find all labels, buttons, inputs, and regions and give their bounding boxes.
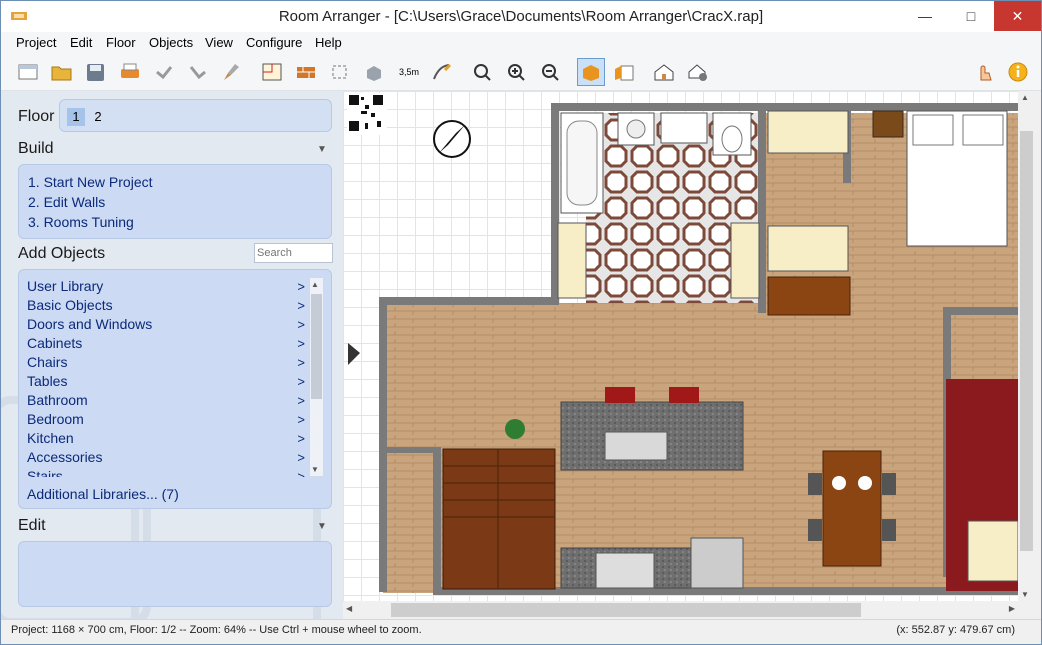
undo-icon[interactable] — [151, 59, 177, 85]
chevron-right-icon[interactable]: > — [297, 374, 305, 389]
library-item[interactable]: Cabinets — [27, 335, 82, 351]
chevron-right-icon[interactable]: > — [297, 279, 305, 294]
floor-plan-icon[interactable] — [259, 59, 285, 85]
scroll-left-icon[interactable]: ◀ — [346, 604, 352, 613]
chevron-right-icon[interactable]: > — [297, 298, 305, 313]
status-coordinates: (x: 552.87 y: 479.67 cm) — [896, 624, 1015, 636]
print-icon[interactable] — [117, 59, 143, 85]
list-view-icon[interactable] — [611, 59, 637, 85]
edit-box — [18, 541, 332, 607]
menu-bar: Project Edit Floor Objects View Configur… — [1, 32, 1041, 54]
qr-code — [347, 93, 387, 135]
title-bar: Room Arranger - [C:\Users\Grace\Document… — [1, 1, 1041, 32]
edit-section-title: Edit — [18, 517, 46, 534]
chevron-right-icon[interactable]: > — [297, 450, 305, 465]
select-corners-icon[interactable] — [327, 59, 353, 85]
3d-house-icon[interactable] — [651, 59, 677, 85]
zoom-fit-icon[interactable] — [469, 59, 495, 85]
vertical-scrollbar[interactable]: ▲ ▼ — [1018, 91, 1035, 601]
menu-edit[interactable]: Edit — [70, 35, 92, 50]
measure-label: 3,5m — [398, 67, 419, 77]
close-button[interactable]: ✕ — [994, 1, 1041, 31]
chevron-right-icon[interactable]: > — [297, 412, 305, 427]
hand-icon[interactable] — [971, 59, 997, 85]
status-project-info: Project: 1168 × 700 cm, Floor: 1/2 -- Zo… — [11, 624, 422, 636]
menu-configure[interactable]: Configure — [246, 35, 302, 50]
chevron-right-icon[interactable]: > — [297, 355, 305, 370]
library-item[interactable]: Doors and Windows — [27, 316, 152, 332]
expand-panel-arrow[interactable] — [348, 343, 360, 365]
library-item[interactable]: Bedroom — [27, 411, 84, 427]
draw-line-icon[interactable] — [429, 59, 455, 85]
library-item[interactable]: Kitchen — [27, 430, 74, 446]
scroll-right-icon[interactable]: ▶ — [1009, 604, 1015, 613]
rug-and-sofa — [946, 379, 1018, 591]
box-view-icon[interactable] — [577, 58, 605, 86]
menu-project[interactable]: Project — [16, 35, 56, 50]
menu-objects[interactable]: Objects — [149, 35, 193, 50]
library-item[interactable]: User Library — [27, 278, 103, 294]
vertical-scroll-thumb[interactable] — [1020, 131, 1033, 551]
library-list: User Library > Basic Objects > Doors and Win… — [1, 91, 343, 477]
horizontal-scrollbar[interactable]: ◀ ▶ — [343, 601, 1018, 619]
window-title: Room Arranger - [C:\Users\Grace\Document… — [278, 8, 764, 25]
zoom-out-icon[interactable] — [537, 59, 563, 85]
clean-brush-icon[interactable] — [219, 59, 245, 85]
chevron-right-icon[interactable]: > — [297, 469, 305, 477]
floor-plan-drawing — [347, 93, 1018, 595]
maximize-button[interactable]: □ — [948, 1, 994, 31]
save-icon[interactable] — [83, 59, 109, 85]
chevron-right-icon[interactable]: > — [297, 317, 305, 332]
edit-collapse-icon[interactable]: ▼ — [317, 521, 327, 532]
new-project-icon[interactable] — [15, 59, 41, 85]
status-bar: Project: 1168 × 700 cm, Floor: 1/2 -- Zo… — [1, 619, 1041, 644]
app-window: Room Arranger - [C:\Users\Grace\Document… — [0, 0, 1042, 645]
measure-icon[interactable]: 3,5m — [395, 59, 423, 85]
library-item[interactable]: Basic Objects — [27, 297, 113, 313]
redo-icon[interactable] — [185, 59, 211, 85]
library-item[interactable]: Bathroom — [27, 392, 88, 408]
library-item[interactable]: Chairs — [27, 354, 67, 370]
compass-icon — [433, 120, 471, 158]
minimize-button[interactable]: — — [902, 1, 948, 31]
menu-help[interactable]: Help — [315, 35, 342, 50]
left-panel: Floor 1 2 Build ▼ 1. Start New Project 2… — [1, 91, 343, 619]
chevron-right-icon[interactable]: > — [297, 431, 305, 446]
menu-view[interactable]: View — [205, 35, 233, 50]
render-settings-icon[interactable] — [685, 59, 711, 85]
scroll-up-icon[interactable]: ▲ — [1021, 93, 1029, 102]
scroll-down-icon[interactable]: ▼ — [1021, 590, 1029, 599]
menu-floor[interactable]: Floor — [106, 35, 136, 50]
library-item[interactable]: Tables — [27, 373, 67, 389]
toolbar: 3,5m — [1, 54, 1041, 91]
library-item[interactable]: Stairs — [27, 468, 63, 477]
info-icon[interactable] — [1005, 59, 1031, 85]
additional-libraries-link[interactable]: Additional Libraries... (7) — [27, 486, 179, 502]
chevron-right-icon[interactable]: > — [297, 393, 305, 408]
library-item[interactable]: Accessories — [27, 449, 102, 465]
horizontal-scroll-thumb[interactable] — [391, 603, 861, 617]
3d-object-icon[interactable] — [361, 59, 387, 85]
floor-plan-canvas[interactable] — [343, 91, 1018, 601]
open-folder-icon[interactable] — [49, 59, 75, 85]
wall-icon[interactable] — [293, 59, 319, 85]
chevron-right-icon[interactable]: > — [297, 336, 305, 351]
zoom-in-icon[interactable] — [503, 59, 529, 85]
